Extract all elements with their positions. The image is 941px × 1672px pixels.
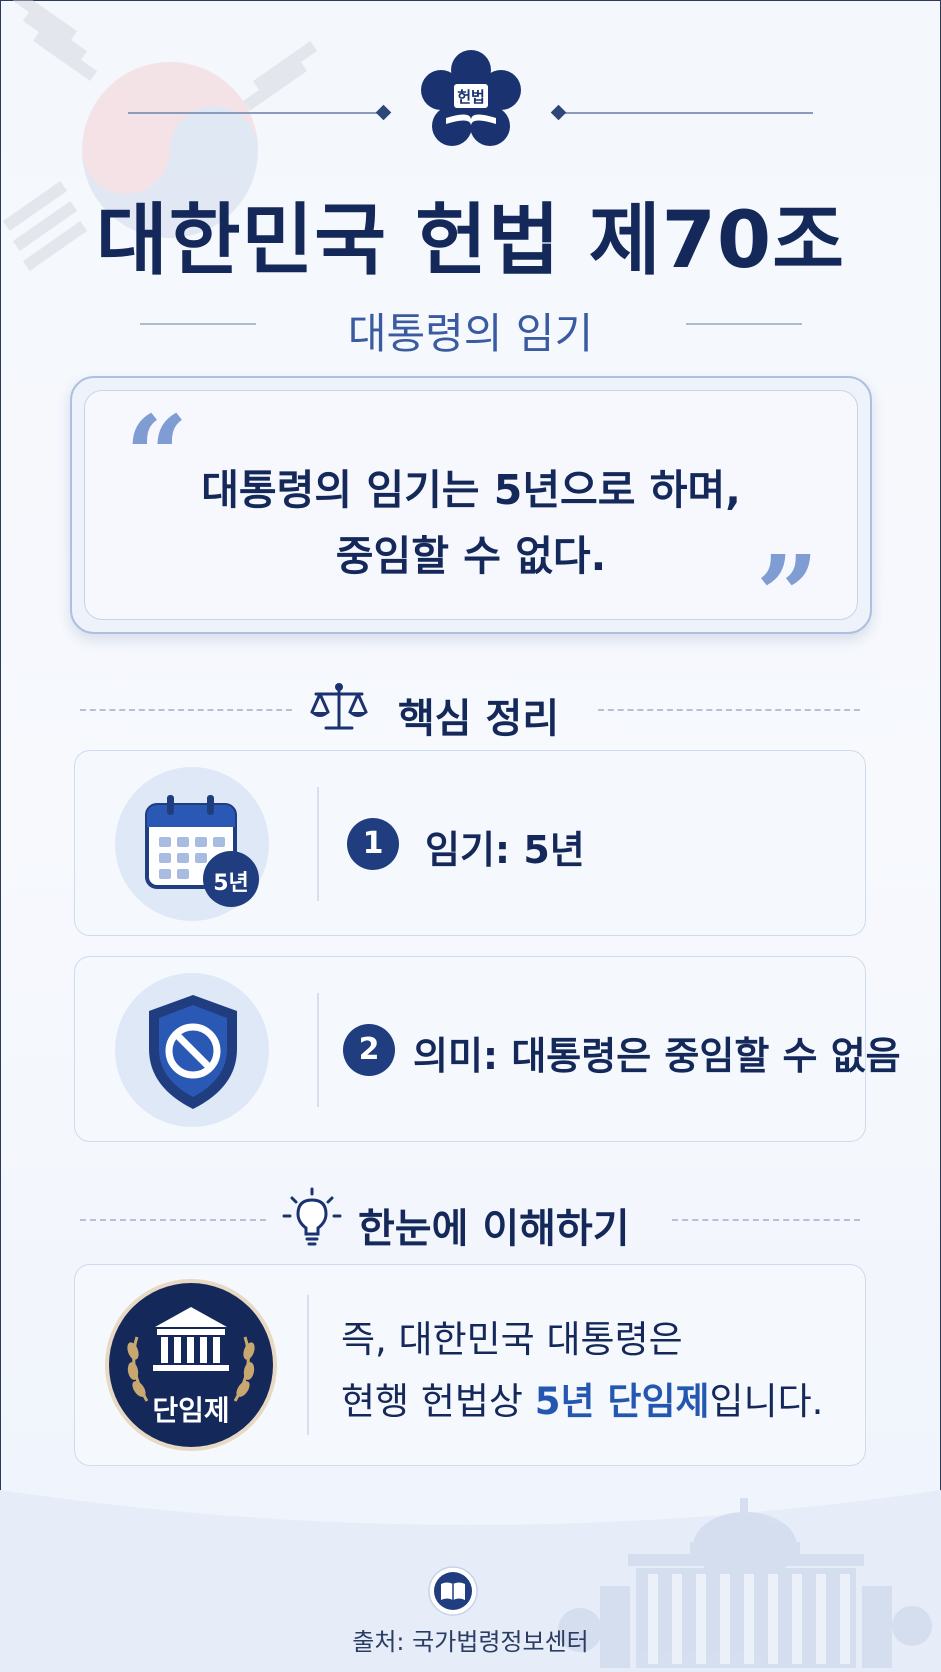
- page-subtitle: 대통령의 임기: [347, 309, 594, 358]
- prohibited-shield-icon: [149, 995, 237, 1109]
- subtitle-line-right: [686, 323, 802, 325]
- heading-dash-right: [598, 709, 860, 711]
- emblem-text: 헌법: [457, 88, 485, 106]
- summary-heading-label: 한눈에 이해하기: [358, 1206, 630, 1252]
- quote-line-1: 대통령의 임기는 5년으로 하며,: [201, 466, 741, 514]
- number-badge-1: 1: [347, 818, 399, 870]
- header-line-right: [558, 112, 813, 114]
- book-icon: [428, 1566, 478, 1616]
- summary-text: 즉, 대한민국 대통령은 현행 헌법상 5년 단임제입니다.: [341, 1309, 823, 1433]
- header-line-left: [128, 112, 383, 114]
- key-point-card-1: 5년 1 임기: 5년: [74, 750, 866, 936]
- summary-line-2-suffix: 입니다.: [709, 1380, 824, 1423]
- card-divider: [317, 787, 319, 901]
- key-point-text-2: 의미: 대통령은 중임할 수 없음: [413, 1034, 901, 1078]
- single-term-badge-label: 단임제: [152, 1394, 230, 1427]
- calendar-badge-text: 5년: [213, 871, 249, 896]
- card-divider: [307, 1295, 309, 1435]
- number-badge-2: 2: [343, 1024, 395, 1076]
- quote-box: “ ” 대통령의 임기는 5년으로 하며, 중임할 수 없다.: [70, 376, 872, 651]
- quote-line-2: 중임할 수 없다.: [335, 532, 607, 580]
- key-point-text-1: 임기: 5년: [425, 828, 585, 872]
- constitution-emblem-icon: 헌법: [421, 50, 521, 146]
- summary-card: 단임제 즉, 대한민국 대통령은 현행 헌법상 5년 단임제입니다.: [74, 1264, 866, 1466]
- summary-highlight: 5년 단임제: [534, 1380, 710, 1423]
- source-text: 출처: 국가법령정보센터: [352, 1628, 589, 1656]
- card-divider: [317, 993, 319, 1107]
- quote-text: 대통령의 임기는 5년으로 하며, 중임할 수 없다.: [145, 457, 797, 589]
- scales-of-justice-icon: [310, 683, 368, 730]
- heading-dash-right: [672, 1219, 860, 1221]
- summary-line-1: 즉, 대한민국 대통령은: [341, 1318, 683, 1361]
- page-title: 대한민국 헌법 제70조: [96, 196, 845, 286]
- heading-dash-left: [80, 709, 292, 711]
- lightbulb-icon: [282, 1187, 342, 1246]
- summary-line-2-prefix: 현행 헌법상: [341, 1380, 535, 1423]
- summary-heading: 한눈에 이해하기: [0, 1187, 941, 1252]
- summary-line-2: 현행 헌법상 5년 단임제입니다.: [341, 1371, 823, 1433]
- heading-dash-left: [80, 1219, 266, 1221]
- quote-inner: “ ” 대통령의 임기는 5년으로 하며, 중임할 수 없다.: [84, 390, 858, 651]
- key-points-heading-label: 핵심 정리: [398, 696, 560, 742]
- key-points-heading: 핵심 정리: [0, 680, 941, 742]
- key-point-card-2: 2 의미: 대통령은 중임할 수 없음: [74, 956, 901, 1142]
